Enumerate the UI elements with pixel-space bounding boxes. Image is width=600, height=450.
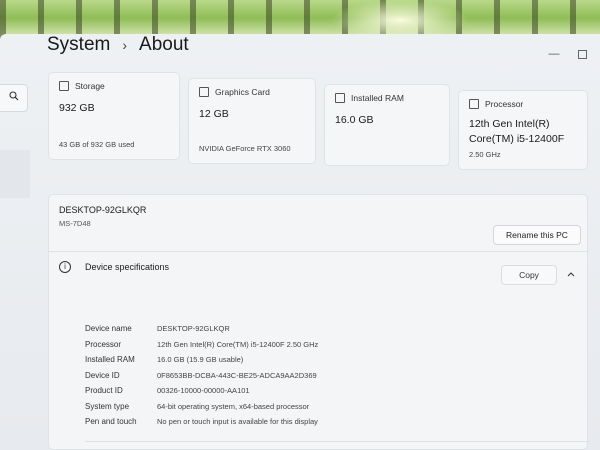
spec-row-pen-and-touch: Pen and touch No pen or touch input is a… xyxy=(85,414,318,430)
storage-card[interactable]: Storage 932 GB 43 GB of 932 GB used xyxy=(48,72,180,160)
processor-icon xyxy=(469,99,479,109)
chevron-right-icon: › xyxy=(122,37,128,53)
processor-speed: 2.50 GHz xyxy=(469,150,501,159)
chevron-up-icon[interactable] xyxy=(567,271,575,277)
spec-row-processor: Processor 12th Gen Intel(R) Core(TM) i5-… xyxy=(85,337,318,353)
ram-card[interactable]: Installed RAM 16.0 GB xyxy=(324,84,450,166)
device-model: MS-7D48 xyxy=(59,219,91,228)
spec-key: Installed RAM xyxy=(85,355,135,365)
spec-table: Device name DESKTOP-92GLKQR Processor 12… xyxy=(85,321,318,430)
spec-key: Processor xyxy=(85,339,122,349)
maximize-icon xyxy=(578,50,587,59)
search-input[interactable] xyxy=(0,84,28,112)
breadcrumb-system[interactable]: System xyxy=(47,34,110,56)
spec-value[interactable]: 0F8653BB-DCBA-443C-BE25-ADCA9AA2D369 xyxy=(157,371,317,380)
processor-value: 12th Gen Intel(R) Core(TM) i5-12400F xyxy=(469,118,565,145)
spec-value[interactable]: 64-bit operating system, x64-based proce… xyxy=(157,402,309,411)
spec-key: Device ID xyxy=(85,370,120,380)
spec-key: Device name xyxy=(85,324,132,334)
storage-value: 932 GB xyxy=(59,102,95,114)
breadcrumb: System › About xyxy=(47,34,189,56)
spec-row-device-name: Device name DESKTOP-92GLKQR xyxy=(85,321,318,337)
storage-usage: 43 GB of 932 GB used xyxy=(59,140,135,149)
copy-button[interactable]: Copy xyxy=(501,265,557,285)
spec-row-installed-ram: Installed RAM 16.0 GB (15.9 GB usable) xyxy=(85,352,318,368)
storage-label: Storage xyxy=(75,81,105,91)
rename-pc-button[interactable]: Rename this PC xyxy=(493,225,581,245)
maximize-button[interactable] xyxy=(578,48,590,60)
spec-value[interactable]: DESKTOP-92GLKQR xyxy=(157,324,230,333)
spec-key: Product ID xyxy=(85,386,123,396)
spec-value[interactable]: 00326-10000-00000-AA101 xyxy=(157,386,250,395)
section-divider xyxy=(49,251,589,252)
processor-card[interactable]: Processor 12th Gen Intel(R) Core(TM) i5-… xyxy=(458,90,588,170)
ram-icon xyxy=(335,93,345,103)
window-controls: — xyxy=(548,48,590,60)
page-title: About xyxy=(139,34,189,55)
search-icon xyxy=(9,91,19,101)
storage-icon xyxy=(59,81,69,91)
graphics-card-icon xyxy=(199,87,209,97)
spec-key: Pen and touch xyxy=(85,417,137,427)
minimize-button[interactable]: — xyxy=(548,48,560,60)
device-name: DESKTOP-92GLKQR xyxy=(59,205,147,215)
ram-value: 16.0 GB xyxy=(335,114,374,126)
graphics-label: Graphics Card xyxy=(215,87,270,97)
spec-key: System type xyxy=(85,401,130,411)
bottom-divider xyxy=(85,441,589,442)
processor-label: Processor xyxy=(485,99,524,109)
device-panel: DESKTOP-92GLKQR MS-7D48 Rename this PC i… xyxy=(48,194,589,450)
spec-row-device-id: Device ID 0F8653BB-DCBA-443C-BE25-ADCA9A… xyxy=(85,368,318,384)
spec-row-product-id: Product ID 00326-10000-00000-AA101 xyxy=(85,383,318,399)
info-icon: i xyxy=(59,261,71,273)
device-specifications-title: Device specifications xyxy=(85,262,170,272)
graphics-value: 12 GB xyxy=(199,108,229,120)
sidebar-item-system[interactable] xyxy=(0,150,30,198)
spec-value[interactable]: 12th Gen Intel(R) Core(TM) i5-12400F 2.5… xyxy=(157,340,318,349)
graphics-card[interactable]: Graphics Card 12 GB NVIDIA GeForce RTX 3… xyxy=(188,78,316,164)
graphics-model: NVIDIA GeForce RTX 3060 xyxy=(199,144,291,153)
device-specifications-header[interactable]: i Device specifications xyxy=(59,261,169,273)
spec-row-system-type: System type 64-bit operating system, x64… xyxy=(85,399,318,415)
spec-value[interactable]: 16.0 GB (15.9 GB usable) xyxy=(157,355,243,364)
ram-label: Installed RAM xyxy=(351,93,404,103)
spec-value[interactable]: No pen or touch input is available for t… xyxy=(157,417,318,426)
